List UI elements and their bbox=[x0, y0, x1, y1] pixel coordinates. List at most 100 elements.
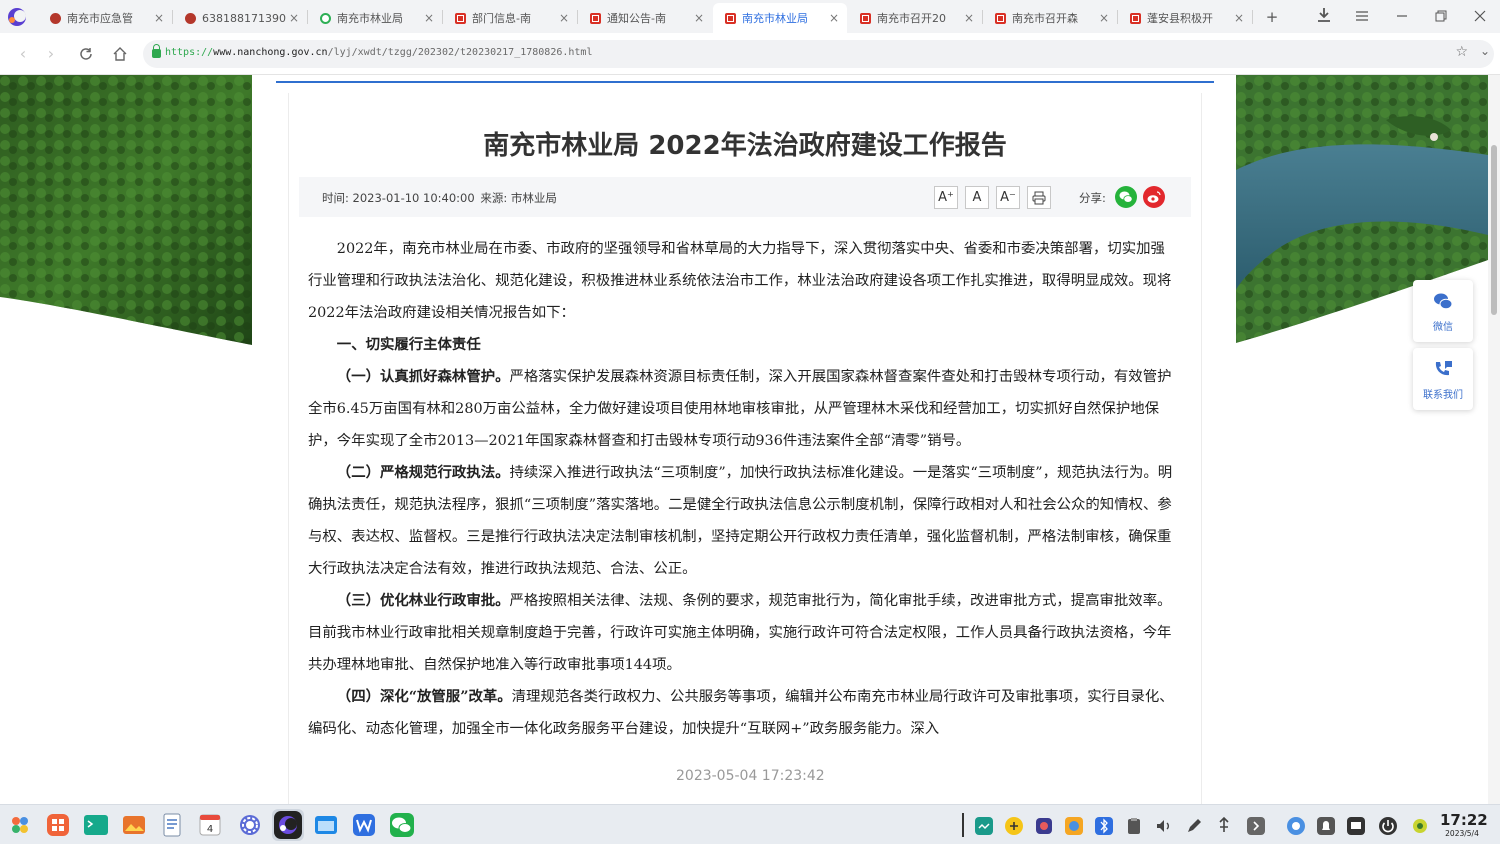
address-dropdown-icon[interactable]: ⌄ bbox=[1480, 44, 1490, 58]
tab-strip: 南充市应急管 × 638188171390 × 南充市林业局 × 部门信息-南 × 通知公告-南… bbox=[0, 0, 1500, 33]
browser-logo-icon[interactable] bbox=[6, 6, 28, 28]
browser-tab[interactable]: 南充市召开20 × bbox=[848, 3, 982, 33]
calendar-day: 4 bbox=[207, 824, 213, 835]
tab-title: 通知公告-南 bbox=[607, 12, 666, 25]
secure-lock-icon[interactable] bbox=[152, 44, 161, 58]
tab-favicon-icon bbox=[860, 12, 871, 24]
home-button[interactable] bbox=[109, 43, 131, 65]
new-tab-button[interactable]: + bbox=[1262, 7, 1282, 27]
terminal-icon[interactable] bbox=[82, 811, 110, 839]
tab-close-icon[interactable]: × bbox=[827, 11, 841, 25]
usb-tray-icon[interactable] bbox=[1214, 816, 1234, 836]
font-normal-button[interactable]: A bbox=[965, 186, 989, 209]
tab-title: 638188171390 bbox=[202, 11, 286, 25]
browser-icon bbox=[274, 811, 302, 839]
document-viewer-icon[interactable] bbox=[158, 811, 186, 839]
share-weibo-button[interactable] bbox=[1143, 186, 1165, 208]
calendar-icon[interactable]: 4 bbox=[196, 811, 224, 839]
menu-icon[interactable] bbox=[1352, 7, 1372, 27]
font-decrease-button[interactable]: A⁻ bbox=[996, 186, 1020, 209]
tab-close-icon[interactable]: × bbox=[692, 11, 706, 25]
page-viewport: 南充市林业局 2022年法治政府建设工作报告 时间: 2023-01-10 10… bbox=[0, 75, 1488, 804]
tab-favicon-icon bbox=[455, 12, 466, 24]
paragraph-lead: （四）深化“放管服”改革。 bbox=[336, 688, 512, 705]
tab-title: 南充市林业局 bbox=[742, 12, 808, 25]
wechat-float-button[interactable]: 微信 bbox=[1413, 280, 1473, 342]
pen-tray-icon[interactable] bbox=[1184, 816, 1204, 836]
contact-us-button[interactable]: 联系我们 bbox=[1413, 348, 1473, 410]
bluetooth-tray-icon[interactable] bbox=[1094, 816, 1114, 836]
browser-taskbar-button[interactable] bbox=[272, 809, 304, 841]
print-button[interactable] bbox=[1027, 186, 1051, 209]
forest-background-left bbox=[0, 75, 252, 345]
tab-title: 南充市应急管 bbox=[67, 12, 133, 25]
cloud-tray-icon[interactable] bbox=[1064, 816, 1084, 836]
address-bar[interactable]: https://www.nanchong.gov.cn/lyj/xwdt/tzg… bbox=[143, 40, 1494, 68]
share-wechat-button[interactable] bbox=[1115, 186, 1137, 208]
section-heading-text: 一、切实履行主体责任 bbox=[336, 336, 481, 353]
tab-close-icon[interactable]: × bbox=[287, 11, 301, 25]
scrollbar-thumb[interactable] bbox=[1491, 145, 1497, 315]
section-heading: 一、切实履行主体责任 bbox=[308, 329, 1178, 361]
wps-office-icon[interactable] bbox=[350, 811, 378, 839]
settings-icon[interactable] bbox=[236, 811, 264, 839]
navigation-bar: ‹ › https://www.nanchong.gov.cn/lyj/xwdt… bbox=[0, 33, 1500, 75]
volume-icon[interactable] bbox=[1154, 816, 1174, 836]
tab-close-icon[interactable]: × bbox=[152, 11, 166, 25]
tab-close-icon[interactable]: × bbox=[557, 11, 571, 25]
content-border-left bbox=[288, 93, 289, 804]
browser-tab[interactable]: 部门信息-南 × bbox=[443, 3, 577, 33]
security-tray-icon[interactable] bbox=[1034, 816, 1054, 836]
tab-close-icon[interactable]: × bbox=[1232, 11, 1246, 25]
wechat-app-icon[interactable] bbox=[388, 811, 416, 839]
article-title: 南充市林业局 2022年法治政府建设工作报告 bbox=[483, 131, 1007, 161]
browser-tab[interactable]: 南充市召开森 × bbox=[983, 3, 1117, 33]
page-scrollbar[interactable] bbox=[1488, 75, 1500, 804]
content-border-right bbox=[1201, 93, 1202, 804]
browser-tab[interactable]: 南充市应急管 × bbox=[38, 3, 172, 33]
tray-expand-icon[interactable] bbox=[1246, 816, 1266, 836]
forward-button[interactable]: › bbox=[40, 43, 62, 65]
url-text[interactable]: https://www.nanchong.gov.cn/lyj/xwdt/tzg… bbox=[165, 47, 592, 58]
browser-tab[interactable]: 通知公告-南 × bbox=[578, 3, 712, 33]
browser-tab-active[interactable]: 南充市林业局 × bbox=[713, 3, 847, 33]
clipboard-tray-icon[interactable] bbox=[1124, 816, 1144, 836]
tab-title: 蓬安县积极开 bbox=[1147, 12, 1213, 25]
tab-title: 南充市林业局 bbox=[337, 12, 403, 25]
file-manager-icon[interactable] bbox=[312, 811, 340, 839]
url-path: /lyj/xwdt/tzgg/202302/t20230217_1780826.… bbox=[327, 47, 593, 58]
taskbar-divider bbox=[962, 813, 964, 837]
weibo-icon bbox=[1147, 191, 1161, 203]
launcher-icon[interactable] bbox=[6, 811, 34, 839]
network-icon[interactable] bbox=[1286, 816, 1306, 836]
screenshot-tool-icon[interactable] bbox=[974, 816, 994, 836]
power-icon[interactable] bbox=[1378, 816, 1398, 836]
browser-tab[interactable]: 蓬安县积极开 × bbox=[1118, 3, 1252, 33]
browser-tab[interactable]: 南充市林业局 × bbox=[308, 3, 442, 33]
input-method-icon[interactable] bbox=[1004, 816, 1024, 836]
tab-close-icon[interactable]: × bbox=[422, 11, 436, 25]
wechat-icon bbox=[1119, 191, 1133, 203]
tab-close-icon[interactable]: × bbox=[962, 11, 976, 25]
font-increase-button[interactable]: A⁺ bbox=[934, 186, 958, 209]
time-label: 时间: bbox=[322, 191, 349, 205]
user-status-icon[interactable] bbox=[1410, 816, 1430, 836]
minimize-button[interactable] bbox=[1392, 7, 1412, 27]
app-store-icon[interactable] bbox=[44, 811, 72, 839]
browser-tab[interactable]: 638188171390 × bbox=[173, 3, 307, 33]
back-button[interactable]: ‹ bbox=[12, 43, 34, 65]
notification-icon[interactable] bbox=[1316, 816, 1336, 836]
image-viewer-icon[interactable] bbox=[120, 811, 148, 839]
tab-favicon-icon bbox=[995, 12, 1006, 24]
lake-background-right bbox=[1236, 75, 1488, 343]
system-clock[interactable]: 17:22 2023/5/4 bbox=[1440, 811, 1488, 839]
reload-button[interactable] bbox=[75, 43, 97, 65]
bookmark-star-icon[interactable]: ☆ bbox=[1455, 44, 1468, 60]
tab-close-icon[interactable]: × bbox=[1097, 11, 1111, 25]
download-icon[interactable] bbox=[1314, 7, 1334, 27]
clock-date: 2023/5/4 bbox=[1445, 829, 1479, 838]
close-window-button[interactable] bbox=[1470, 7, 1490, 27]
display-tray-icon[interactable] bbox=[1346, 816, 1366, 836]
contact-us-label: 联系我们 bbox=[1423, 390, 1463, 401]
restore-button[interactable] bbox=[1431, 7, 1451, 27]
